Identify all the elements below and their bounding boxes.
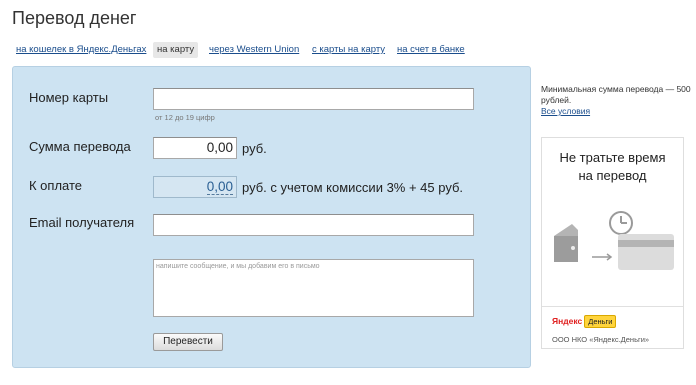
message-textarea[interactable]: напишите сообщение, и мы добавим его в п…	[153, 259, 474, 317]
promo-headline-line1: Не тратьте время	[559, 150, 666, 165]
email-input[interactable]	[153, 214, 474, 236]
card-number-hint: от 12 до 19 цифр	[155, 113, 215, 122]
amount-currency: руб.	[242, 141, 267, 156]
yandex-wordmark: Яндекс	[552, 316, 583, 326]
clock-icon	[609, 211, 633, 235]
promo-divider	[542, 306, 683, 307]
bank-card-icon	[618, 234, 674, 270]
tab-yandex-wallet[interactable]: на кошелек в Яндекс.Деньгах	[16, 42, 146, 58]
amount-label: Сумма перевода	[29, 139, 131, 154]
submit-button[interactable]: Перевести	[153, 333, 223, 351]
transfer-form: Номер карты от 12 до 19 цифр Сумма перев…	[12, 66, 531, 368]
payment-label: К оплате	[29, 178, 83, 193]
promo-banner[interactable]: Не тратьте время на перевод Яндекс Деньг…	[541, 137, 684, 349]
wallet-icon	[554, 224, 578, 262]
wallet-clock-card-illustration	[554, 211, 674, 270]
tab-western-union[interactable]: через Western Union	[209, 42, 299, 58]
payment-commission-note: руб. с учетом комиссии 3% + 45 руб.	[242, 180, 464, 195]
payment-amount-field: 0,00	[153, 176, 237, 198]
card-number-label: Номер карты	[29, 90, 109, 105]
min-amount-text: Минимальная сумма перевода — 500 рублей.	[541, 84, 691, 105]
email-label: Email получателя	[29, 215, 135, 230]
promo-organization: ООО НКО «Яндекс.Деньги»	[552, 335, 650, 344]
card-number-input[interactable]	[153, 88, 474, 110]
tab-to-card[interactable]: на карту	[153, 42, 199, 58]
promo-headline-line2: на перевод	[578, 168, 647, 183]
amount-input[interactable]: 0,00	[153, 137, 237, 159]
promo-headline: Не тратьте время на перевод	[542, 149, 683, 185]
yandex-money-logo: Яндекс Деньги	[552, 314, 617, 328]
tab-card-to-card[interactable]: с карты на карту	[312, 42, 385, 58]
page-title: Перевод денег	[12, 8, 137, 28]
all-terms-link[interactable]: Все условия	[541, 106, 590, 116]
payment-amount-value: 0,00	[206, 179, 233, 195]
arrow-right-icon	[592, 253, 613, 261]
dengi-badge: Деньги	[584, 314, 617, 328]
transfer-conditions: Минимальная сумма перевода — 500 рублей.…	[541, 84, 691, 117]
tab-bank-account[interactable]: на счет в банке	[397, 42, 465, 58]
